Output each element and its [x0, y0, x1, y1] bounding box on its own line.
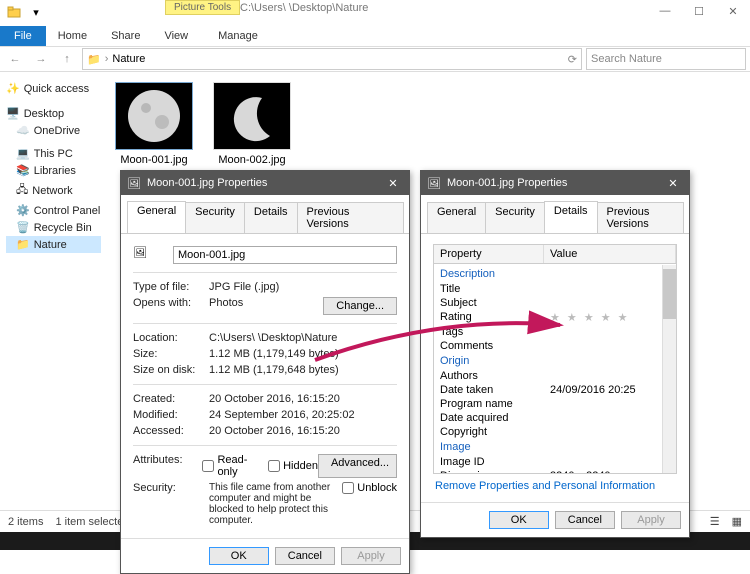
- address-bar-row: ← → ↑ 📁 › Nature ⟳ Search Nature: [0, 46, 750, 72]
- quick-access[interactable]: ✨Quick access: [6, 80, 101, 97]
- section-description: Description: [434, 266, 676, 282]
- change-button[interactable]: Change...: [323, 297, 397, 315]
- tab-details[interactable]: Details: [544, 201, 598, 233]
- manage-tab[interactable]: Manage: [206, 26, 270, 46]
- controlpanel-icon: ⚙️: [16, 204, 30, 217]
- advanced-button[interactable]: Advanced...: [318, 454, 397, 478]
- back-button[interactable]: ←: [4, 48, 26, 70]
- image-icon: 🖼: [427, 177, 441, 190]
- dialog-titlebar[interactable]: 🖼 Moon-001.jpg Properties ✕: [121, 171, 409, 195]
- pc-icon: 💻: [16, 147, 30, 160]
- file-label: Moon-001.jpg: [115, 154, 193, 166]
- dialog-title: Moon-001.jpg Properties: [447, 177, 567, 189]
- view-details-icon[interactable]: ☰: [710, 515, 720, 528]
- dialog-title: Moon-001.jpg Properties: [147, 177, 267, 189]
- close-button[interactable]: ✕: [716, 0, 750, 22]
- titlebar: ▾: [0, 0, 750, 24]
- apply-button[interactable]: Apply: [621, 511, 681, 529]
- scrollbar[interactable]: [662, 265, 676, 473]
- section-origin: Origin: [434, 353, 676, 369]
- tree-desktop[interactable]: 🖥️Desktop: [6, 105, 101, 122]
- minimize-button[interactable]: —: [648, 0, 682, 22]
- share-tab[interactable]: Share: [99, 26, 152, 46]
- recycle-icon: 🗑️: [16, 221, 30, 234]
- qat-button[interactable]: ▾: [26, 2, 46, 22]
- network-icon: 🖧: [16, 181, 28, 200]
- properties-dialog-general: 🖼 Moon-001.jpg Properties ✕ General Secu…: [120, 170, 410, 574]
- col-value[interactable]: Value: [544, 245, 676, 263]
- view-tab[interactable]: View: [152, 26, 200, 46]
- close-icon[interactable]: ✕: [663, 177, 683, 190]
- scrollbar-thumb[interactable]: [663, 269, 676, 319]
- tree-nature[interactable]: 📁Nature: [6, 236, 101, 253]
- titlebar-path: C:\Users\ \Desktop\Nature: [240, 2, 368, 14]
- folder-icon: 📁: [16, 238, 30, 251]
- tab-general[interactable]: General: [427, 202, 486, 234]
- home-tab[interactable]: Home: [46, 26, 99, 46]
- tree-controlpanel[interactable]: ⚙️Control Panel: [6, 202, 101, 219]
- search-input[interactable]: Search Nature: [586, 48, 746, 70]
- readonly-checkbox[interactable]: Read-only: [202, 454, 262, 478]
- tree-recycle[interactable]: 🗑️Recycle Bin: [6, 219, 101, 236]
- image-icon: 🖼: [127, 177, 141, 190]
- tree-thispc[interactable]: 💻This PC: [6, 145, 101, 162]
- maximize-button[interactable]: ☐: [682, 0, 716, 22]
- cloud-icon: ☁️: [16, 124, 30, 137]
- tab-previous-versions[interactable]: Previous Versions: [597, 202, 684, 234]
- hidden-checkbox[interactable]: Hidden: [268, 454, 318, 478]
- tab-security[interactable]: Security: [185, 202, 245, 234]
- file-item[interactable]: Moon-002.jpg: [213, 82, 291, 166]
- close-icon[interactable]: ✕: [383, 177, 403, 190]
- navigation-tree: ✨Quick access 🖥️Desktop ☁️OneDrive 💻This…: [0, 72, 105, 502]
- ribbon-tabs: File Home Share View Manage: [0, 24, 750, 46]
- remove-properties-link[interactable]: Remove Properties and Personal Informati…: [433, 474, 655, 492]
- details-table: PropertyValue Description Title Subject …: [433, 244, 677, 474]
- cancel-button[interactable]: Cancel: [555, 511, 615, 529]
- breadcrumb[interactable]: Nature: [112, 53, 145, 65]
- star-icon: ✨: [6, 82, 20, 95]
- file-tab[interactable]: File: [0, 26, 46, 46]
- col-property[interactable]: Property: [434, 245, 544, 263]
- date-taken-value[interactable]: 24/09/2016 20:25: [550, 384, 670, 396]
- tree-libraries[interactable]: 📚Libraries: [6, 162, 101, 179]
- tab-previous-versions[interactable]: Previous Versions: [297, 202, 404, 234]
- dialog-titlebar[interactable]: 🖼 Moon-001.jpg Properties ✕: [421, 171, 689, 195]
- unblock-checkbox[interactable]: Unblock: [342, 482, 397, 494]
- properties-dialog-details: 🖼 Moon-001.jpg Properties ✕ General Secu…: [420, 170, 690, 538]
- file-item[interactable]: Moon-001.jpg: [115, 82, 193, 166]
- tree-network[interactable]: 🖧Network: [6, 179, 101, 202]
- rating-stars[interactable]: ★ ★ ★ ★ ★: [550, 311, 670, 324]
- contextual-tab-label: Picture Tools: [165, 0, 240, 15]
- desktop-icon: 🖥️: [6, 107, 20, 120]
- libraries-icon: 📚: [16, 164, 30, 177]
- filetype-icon: 🖼: [133, 246, 173, 264]
- tab-security[interactable]: Security: [485, 202, 545, 234]
- forward-button[interactable]: →: [30, 48, 52, 70]
- up-button[interactable]: ↑: [56, 48, 78, 70]
- tree-onedrive[interactable]: ☁️OneDrive: [6, 122, 101, 139]
- view-thumbs-icon[interactable]: ▦: [732, 515, 742, 528]
- thumbnail: [115, 82, 193, 150]
- thumbnail: [213, 82, 291, 150]
- tab-general[interactable]: General: [127, 201, 186, 233]
- tab-details[interactable]: Details: [244, 202, 298, 234]
- folder-icon[interactable]: [4, 2, 24, 22]
- file-label: Moon-002.jpg: [213, 154, 291, 166]
- ok-button[interactable]: OK: [489, 511, 549, 529]
- folder-icon: 📁: [87, 53, 101, 66]
- status-item-count: 2 items: [8, 516, 43, 528]
- filename-input[interactable]: [173, 246, 397, 264]
- address-bar[interactable]: 📁 › Nature ⟳: [82, 48, 582, 70]
- section-image: Image: [434, 439, 676, 455]
